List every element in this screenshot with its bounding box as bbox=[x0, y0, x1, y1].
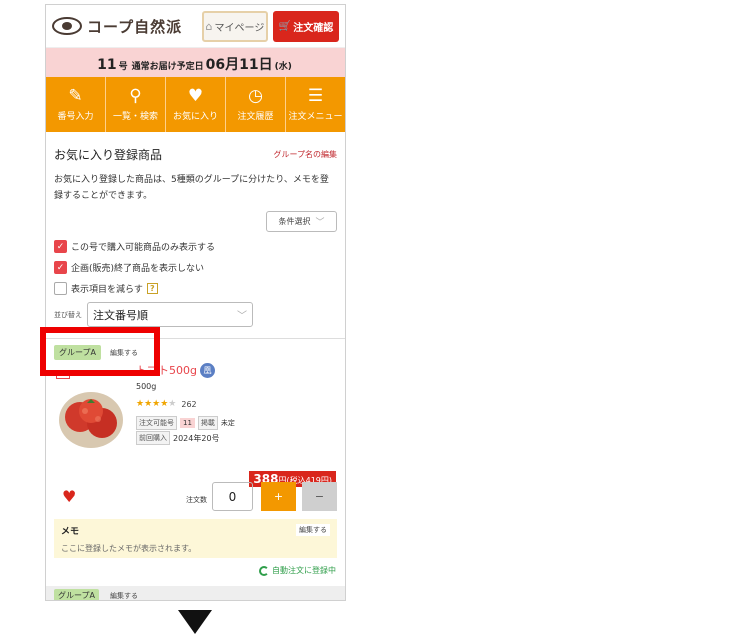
main-nav: ✎ 番号入力 ⚲ 一覧・検索 ♥ お気に入り ◷ 注文履歴 ☰ 注文メニュー bbox=[46, 77, 345, 136]
condition-select-label: 条件選択 bbox=[278, 217, 311, 226]
product-image-tomato[interactable] bbox=[58, 391, 124, 449]
auto-order-label: 自動注文に登録中 bbox=[272, 566, 336, 575]
product-badge: 凰 bbox=[199, 362, 215, 378]
auto-order-status[interactable]: 自動注文に登録中 bbox=[259, 565, 336, 576]
home-icon: ⌂ bbox=[205, 19, 213, 33]
checkbox-available-only[interactable]: ✓ この号で購入可能商品のみ表示する bbox=[54, 240, 337, 253]
nav-number-input[interactable]: ✎ 番号入力 bbox=[46, 77, 106, 132]
nav-favorites[interactable]: ♥ お気に入り bbox=[166, 77, 226, 132]
favorite-heart-icon[interactable]: ♥ bbox=[62, 487, 76, 506]
order-confirm-button[interactable]: 🛒 注文確認 bbox=[272, 10, 340, 42]
order-issue-label: 注文可能号 bbox=[136, 416, 177, 430]
checkbox-unchecked-icon[interactable] bbox=[54, 282, 67, 295]
nav-search[interactable]: ⚲ 一覧・検索 bbox=[106, 77, 166, 132]
rating: ★★★★ ★ 262 bbox=[136, 399, 197, 409]
logo-mark-icon bbox=[52, 17, 82, 35]
chevron-down-icon: ﹀ bbox=[315, 218, 325, 228]
heart-icon: ♥ bbox=[187, 86, 204, 106]
phone-screen: コープ自然派 ⌂ マイページ 🛒 注文確認 11 号 通常お届け予定日 06月1… bbox=[45, 4, 346, 601]
quantity-minus-button[interactable]: − bbox=[302, 482, 337, 511]
arrow-down-icon bbox=[178, 610, 212, 634]
last-purchase-value: 2024年20号 bbox=[173, 433, 220, 443]
star-empty-icon: ★ bbox=[168, 399, 177, 409]
menu-icon: ☰ bbox=[307, 86, 324, 106]
sort-value: 注文番号順 bbox=[93, 308, 148, 322]
sort-select[interactable]: 注文番号順 ﹀ bbox=[87, 302, 253, 327]
memo-title: メモ bbox=[61, 527, 80, 537]
nav-label: 注文履歴 bbox=[237, 112, 274, 122]
nav-label: 一覧・検索 bbox=[112, 112, 158, 122]
nav-label: 注文メニュー bbox=[288, 112, 343, 122]
memo-edit-button[interactable]: 編集する bbox=[296, 524, 330, 536]
delivery-banner: 11 号 通常お届け予定日 06月11日 (水) bbox=[46, 48, 345, 77]
memo-box: メモ ここに登録したメモが表示されます。 編集する bbox=[54, 519, 337, 558]
group-tag: グループA bbox=[54, 589, 99, 600]
highlight-box bbox=[40, 327, 160, 376]
mypage-label: マイページ bbox=[214, 22, 265, 34]
delivery-label: 通常お届け予定日 bbox=[131, 62, 204, 72]
review-count[interactable]: 262 bbox=[181, 400, 196, 409]
group-edit-button[interactable]: 編集する bbox=[110, 591, 138, 600]
product-weight: 500g bbox=[136, 382, 157, 391]
chevron-down-icon: ﹀ bbox=[237, 311, 247, 322]
listing-value: 未定 bbox=[220, 419, 235, 427]
star-icon: ★★★★ bbox=[136, 399, 169, 409]
pencil-icon: ✎ bbox=[68, 86, 83, 106]
help-icon[interactable]: ? bbox=[146, 283, 158, 294]
favorites-section: お気に入り登録商品 グループ名の編集 お気に入り登録した商品は、5種類のグループ… bbox=[46, 146, 345, 327]
cart-icon: 🛒 bbox=[278, 20, 292, 32]
listing-label: 掲載 bbox=[197, 416, 218, 430]
checkbox-label: 表示項目を減らす bbox=[71, 285, 143, 295]
search-icon: ⚲ bbox=[129, 86, 142, 106]
nav-order-menu[interactable]: ☰ 注文メニュー bbox=[286, 77, 345, 132]
nav-label: 番号入力 bbox=[57, 112, 94, 122]
mypage-button[interactable]: ⌂ マイページ bbox=[201, 10, 268, 42]
nav-label: お気に入り bbox=[172, 112, 218, 122]
order-issue-value: 11 bbox=[180, 418, 195, 428]
nav-order-history[interactable]: ◷ 注文履歴 bbox=[226, 77, 286, 132]
condition-select-button[interactable]: 条件選択 ﹀ bbox=[266, 211, 337, 232]
last-purchase-label: 前回購入 bbox=[136, 431, 170, 445]
issue-number: 11 bbox=[97, 57, 117, 73]
last-purchase-row: 前回購入 2024年20号 bbox=[136, 431, 220, 445]
memo-text: ここに登録したメモが表示されます。 bbox=[61, 544, 197, 553]
quantity-plus-button[interactable]: + bbox=[261, 482, 296, 511]
order-confirm-label: 注文確認 bbox=[293, 22, 334, 34]
checkbox-label: 企画(販売)終了商品を表示しない bbox=[71, 264, 205, 274]
next-favorite-item: グループA 編集する bbox=[46, 586, 345, 600]
quantity-label: 注文数 bbox=[186, 496, 207, 504]
delivery-weekday: (水) bbox=[274, 62, 292, 72]
checkbox-hide-ended[interactable]: ✓ 企画(販売)終了商品を表示しない bbox=[54, 261, 337, 274]
checkbox-label: この号で購入可能商品のみ表示する bbox=[71, 243, 216, 253]
group-name-edit-link[interactable]: グループ名の編集 bbox=[273, 149, 337, 160]
sort-label: 並び替え bbox=[54, 310, 82, 319]
availability-row: 注文可能号 11 掲載 未定 bbox=[136, 416, 235, 430]
refresh-icon bbox=[259, 565, 269, 576]
page-title: お気に入り登録商品 bbox=[54, 148, 163, 162]
delivery-date: 06月11日 bbox=[205, 57, 273, 73]
logo[interactable]: コープ自然派 bbox=[52, 16, 196, 37]
logo-text: コープ自然派 bbox=[87, 17, 183, 36]
issue-suffix: 号 bbox=[118, 62, 128, 72]
quantity-input[interactable]: 0 bbox=[212, 482, 253, 511]
header: コープ自然派 ⌂ マイページ 🛒 注文確認 bbox=[46, 5, 345, 48]
checkbox-checked-icon[interactable]: ✓ bbox=[54, 240, 67, 253]
checkbox-reduce-items[interactable]: 表示項目を減らす ? bbox=[54, 282, 337, 295]
clock-icon: ◷ bbox=[248, 86, 263, 106]
checkbox-checked-icon[interactable]: ✓ bbox=[54, 261, 67, 274]
favorites-description: お気に入り登録した商品は、5種類のグループに分けたり、メモを登録することができま… bbox=[54, 175, 329, 201]
